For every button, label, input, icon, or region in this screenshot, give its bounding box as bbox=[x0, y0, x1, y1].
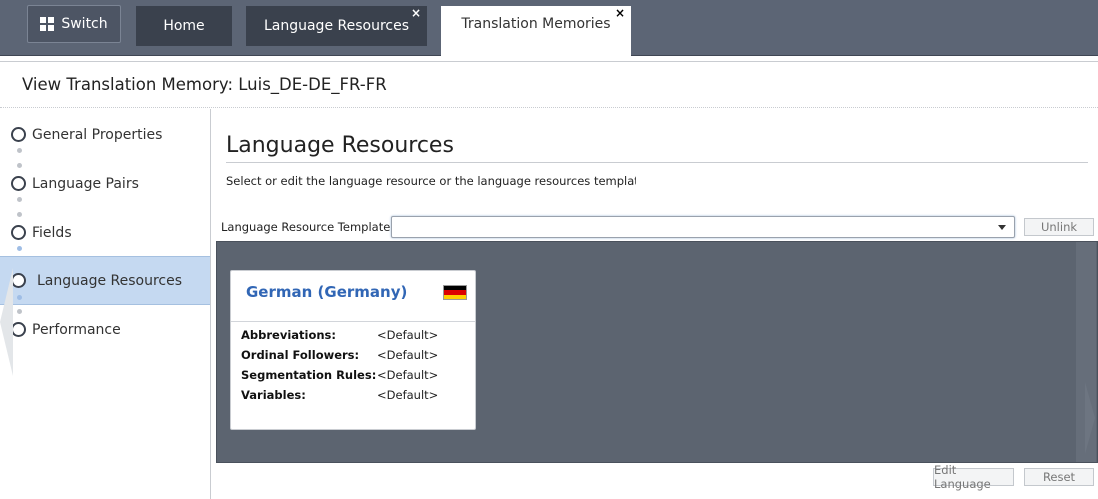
step-circle-icon bbox=[11, 322, 26, 337]
card-row-value: <Default> bbox=[377, 388, 439, 402]
switch-button[interactable]: Switch bbox=[27, 5, 121, 43]
card-row-value: <Default> bbox=[377, 348, 439, 362]
close-icon[interactable]: × bbox=[615, 7, 625, 19]
tab-translation-memories-label: Translation Memories bbox=[461, 16, 611, 32]
step-circle-icon bbox=[11, 127, 26, 142]
card-row-value: <Default> bbox=[377, 328, 439, 342]
wizard-nav: General Properties Language Pairs Fields… bbox=[0, 109, 211, 499]
step-fields[interactable]: Fields bbox=[0, 208, 210, 257]
unlink-button[interactable]: Unlink bbox=[1024, 218, 1094, 236]
section-divider bbox=[226, 162, 1088, 163]
page-title: View Translation Memory: Luis_DE-DE_FR-F… bbox=[22, 75, 387, 94]
step-circle-icon bbox=[11, 225, 26, 240]
step-connector-dot bbox=[17, 295, 22, 300]
tab-language-resources[interactable]: Language Resources × bbox=[246, 6, 427, 46]
template-label: Language Resource Template bbox=[221, 220, 391, 234]
step-label: Language Pairs bbox=[32, 175, 139, 192]
german-flag-icon bbox=[443, 285, 467, 300]
switch-label: Switch bbox=[61, 16, 108, 32]
card-row-key: Ordinal Followers: bbox=[241, 348, 360, 362]
step-circle-icon bbox=[11, 273, 26, 288]
step-general-properties[interactable]: General Properties bbox=[0, 110, 210, 159]
step-label: Language Resources bbox=[37, 272, 183, 289]
step-label: Performance bbox=[32, 321, 121, 338]
grid-icon bbox=[40, 17, 55, 31]
tab-home[interactable]: Home bbox=[136, 6, 232, 46]
chevron-down-icon bbox=[998, 225, 1006, 230]
tab-home-label: Home bbox=[163, 18, 205, 34]
language-card[interactable]: German (Germany) Abbreviations: <Default… bbox=[230, 270, 476, 430]
top-tab-bar: Switch Home Language Resources × Transla… bbox=[0, 0, 1098, 57]
scroll-right-arrow-icon[interactable] bbox=[1085, 382, 1095, 454]
card-row-key: Segmentation Rules: bbox=[241, 368, 377, 382]
section-description: Select or edit the language resource or … bbox=[226, 174, 636, 188]
step-performance[interactable]: Performance bbox=[0, 305, 210, 354]
card-divider bbox=[231, 321, 475, 322]
step-language-pairs[interactable]: Language Pairs bbox=[0, 159, 210, 208]
step-connector-dot bbox=[17, 246, 22, 251]
step-connector-dot bbox=[17, 197, 22, 202]
card-language-name: German (Germany) bbox=[246, 283, 408, 301]
step-connector-dot bbox=[17, 148, 22, 153]
step-label: Fields bbox=[32, 224, 72, 241]
card-row-value: <Default> bbox=[377, 368, 439, 382]
page-header: View Translation Memory: Luis_DE-DE_FR-F… bbox=[0, 61, 1098, 108]
template-select[interactable] bbox=[391, 216, 1015, 238]
close-icon[interactable]: × bbox=[411, 7, 421, 19]
card-row-key: Variables: bbox=[241, 388, 306, 402]
edit-language-button[interactable]: Edit Language bbox=[933, 463, 1014, 491]
card-row-key: Abbreviations: bbox=[241, 328, 337, 342]
tab-translation-memories[interactable]: Translation Memories × bbox=[441, 6, 631, 57]
step-label: General Properties bbox=[32, 126, 163, 143]
collapse-left-arrow-icon[interactable] bbox=[0, 268, 13, 376]
reset-button[interactable]: Reset bbox=[1024, 468, 1094, 486]
step-language-resources[interactable]: Language Resources bbox=[0, 256, 210, 305]
section-title: Language Resources bbox=[226, 133, 454, 158]
tab-language-resources-label: Language Resources bbox=[263, 18, 410, 34]
step-circle-icon bbox=[11, 176, 26, 191]
